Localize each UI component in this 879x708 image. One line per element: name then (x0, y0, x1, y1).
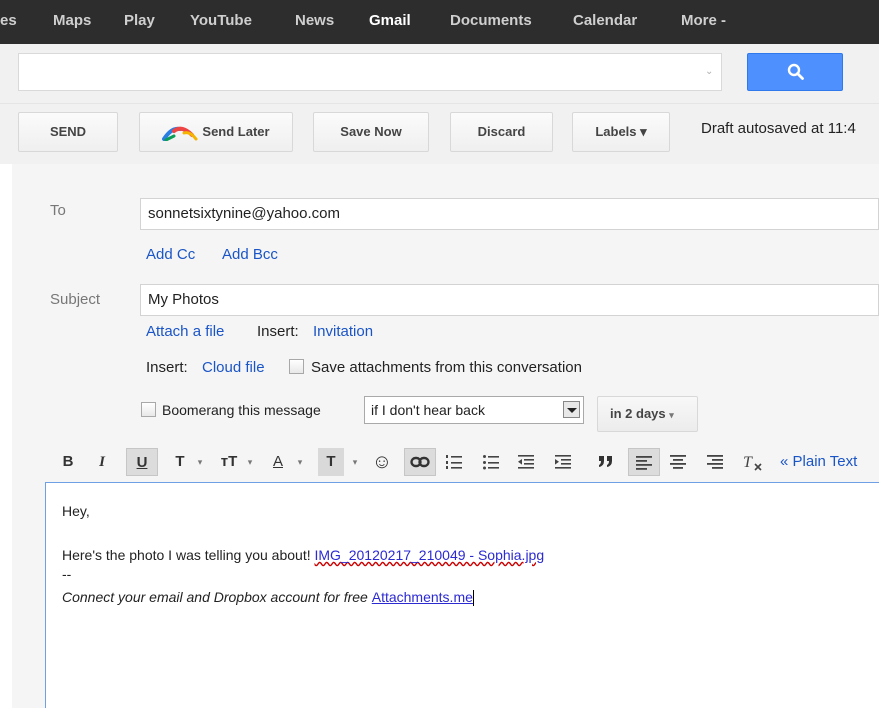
search-button[interactable] (747, 53, 843, 91)
search-icon (787, 63, 804, 80)
italic-button[interactable]: I (92, 448, 112, 476)
svg-text:T: T (743, 454, 753, 471)
align-center-button[interactable] (667, 448, 689, 476)
quote-icon (599, 456, 612, 467)
autosave-status: Draft autosaved at 11:4 (701, 120, 856, 137)
highlight-dropdown-icon[interactable]: ▾ (349, 448, 361, 476)
nav-item-gmail[interactable]: Gmail (369, 0, 411, 44)
font-size-button[interactable]: тT (216, 448, 242, 476)
link-icon (410, 456, 430, 468)
indent-less-button[interactable] (515, 448, 537, 476)
boomerang-label: Boomerang this message (162, 402, 321, 418)
insert-cloud-file-link[interactable]: Cloud file (202, 359, 265, 376)
boomerang-days-label: in 2 days (610, 406, 666, 421)
add-bcc-link[interactable]: Add Bcc (222, 246, 278, 263)
bulleted-list-icon (483, 455, 499, 470)
bold-button[interactable]: B (58, 448, 78, 476)
indent-more-button[interactable] (552, 448, 574, 476)
photo-attachment-link[interactable]: IMG_20120217_210049 - Sophia.jpg (315, 547, 545, 563)
quote-button[interactable] (595, 448, 617, 476)
to-label: To (50, 202, 66, 219)
left-margin (0, 164, 12, 708)
boomerang-checkbox[interactable] (141, 402, 156, 417)
top-nav-bar: es Maps Play YouTube News Gmail Document… (0, 0, 879, 44)
align-right-button[interactable] (704, 448, 726, 476)
body-line-photo: Here's the photo I was telling you about… (62, 547, 544, 563)
labels-button[interactable]: Labels ▾ (572, 112, 670, 152)
link-button[interactable] (404, 448, 436, 476)
nav-item-maps[interactable]: Maps (53, 0, 91, 44)
indent-more-icon (555, 455, 571, 469)
body-greeting: Hey, (62, 503, 90, 519)
add-cc-link[interactable]: Add Cc (146, 246, 195, 263)
to-field[interactable]: sonnetsixtynine@yahoo.com (140, 198, 879, 230)
align-right-icon (707, 455, 723, 469)
remove-formatting-button[interactable]: T (740, 448, 766, 476)
attach-file-link[interactable]: Attach a file (146, 323, 224, 340)
boomerang-days-button[interactable]: in 2 days ▾ (597, 396, 698, 432)
boomerang-condition-value: if I don't hear back (371, 402, 485, 418)
save-attachments-checkbox[interactable] (289, 359, 304, 374)
save-attachments-label: Save attachments from this conversation (311, 359, 582, 376)
align-left-icon (636, 456, 652, 470)
subject-field[interactable]: My Photos (140, 284, 879, 316)
text-color-button[interactable]: A (267, 448, 289, 476)
nav-item-youtube[interactable]: YouTube (190, 0, 252, 44)
font-dropdown-icon[interactable]: ▾ (194, 448, 206, 476)
nav-item-play[interactable]: Play (124, 0, 155, 44)
discard-button[interactable]: Discard (450, 112, 553, 152)
insert-invitation-link[interactable]: Invitation (313, 323, 373, 340)
send-button[interactable]: SEND (18, 112, 118, 152)
send-later-label: Send Later (202, 124, 270, 139)
signature-separator: -- (62, 566, 72, 582)
insert-label: Insert: (257, 323, 299, 340)
align-center-icon (670, 455, 686, 469)
body-line-photo-text: Here's the photo I was telling you about… (62, 547, 315, 563)
boomerang-condition-select[interactable]: if I don't hear back (364, 396, 584, 424)
signature-text: Connect your email and Dropbox account f… (62, 589, 372, 605)
search-bar-row (0, 44, 879, 104)
remove-formatting-icon: T (743, 454, 762, 471)
text-cursor (472, 590, 474, 607)
search-input[interactable] (18, 53, 722, 91)
numbered-list-button[interactable] (443, 448, 465, 476)
attachments-me-link[interactable]: Attachments.me (372, 589, 473, 605)
bulleted-list-button[interactable] (480, 448, 502, 476)
boomerang-icon (162, 126, 198, 142)
nav-item-news[interactable]: News (295, 0, 334, 44)
subject-label: Subject (50, 291, 101, 308)
body-signature: Connect your email and Dropbox account f… (62, 589, 474, 607)
nav-item-more[interactable]: More - (681, 0, 726, 44)
indent-less-icon (518, 455, 534, 469)
insert-label-2: Insert: (146, 359, 188, 376)
nav-item-documents[interactable]: Documents (450, 0, 532, 44)
underline-button[interactable]: U (126, 448, 158, 476)
highlight-button[interactable]: T (318, 448, 344, 476)
font-button[interactable]: T (170, 448, 190, 476)
color-dropdown-icon[interactable]: ▾ (294, 448, 306, 476)
save-now-button[interactable]: Save Now (313, 112, 429, 152)
send-later-button[interactable]: Send Later (139, 112, 293, 152)
message-body-editor[interactable]: Hey, Here's the photo I was telling you … (45, 482, 879, 708)
dropdown-arrow-icon: ▾ (669, 410, 674, 420)
plain-text-link[interactable]: « Plain Text (780, 448, 857, 476)
emoji-button[interactable]: ☺ (368, 448, 396, 476)
numbered-list-icon (446, 455, 462, 469)
size-dropdown-icon[interactable]: ▾ (244, 448, 256, 476)
nav-item-sites[interactable]: es (0, 0, 17, 44)
nav-item-calendar[interactable]: Calendar (573, 0, 637, 44)
align-left-button[interactable] (628, 448, 660, 476)
chevron-down-icon (563, 401, 580, 418)
search-options-caret[interactable]: ⌄ (705, 66, 713, 77)
